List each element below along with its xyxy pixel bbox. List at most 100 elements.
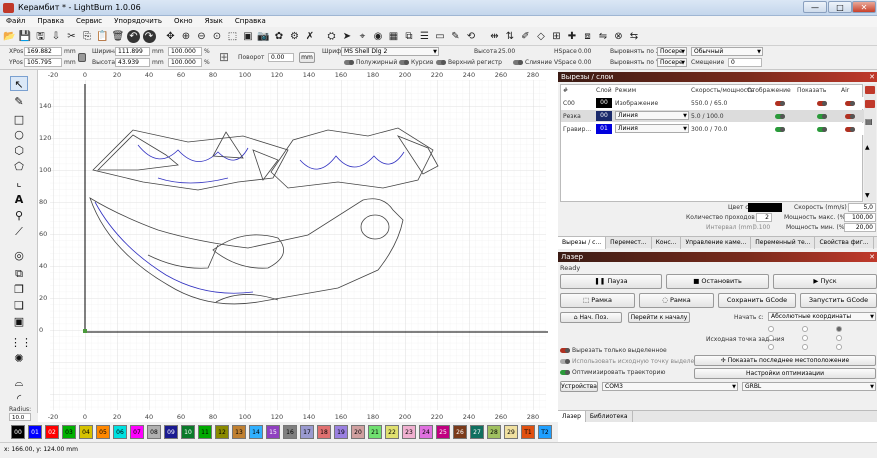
scale-w-field[interactable]: 100.000 [168, 47, 202, 56]
palette-color-18[interactable]: 18 [317, 425, 331, 439]
go-to-origin-button[interactable]: Перейти к началу [628, 312, 690, 323]
width-field[interactable]: 111.899 [115, 47, 150, 56]
move-up-icon[interactable] [865, 86, 875, 94]
cuts-row-mode[interactable]: Линия [615, 111, 689, 120]
cut-selected-toggle[interactable] [560, 348, 570, 353]
air-toggle[interactable] [845, 127, 855, 132]
delete-layer-icon[interactable]: ▤ [865, 118, 875, 126]
undo-icon[interactable]: ↶ [127, 30, 140, 43]
frame-icon[interactable]: ▣ [242, 30, 255, 43]
palette-color-22[interactable]: 22 [385, 425, 399, 439]
close-button[interactable]: ✕ [852, 1, 876, 13]
anchor-grid-icon[interactable]: ⊞ [216, 50, 232, 64]
palette-color-28[interactable]: 28 [487, 425, 501, 439]
line-tool-icon[interactable]: ⌞ [10, 175, 28, 190]
move-down-icon[interactable] [865, 100, 875, 108]
delete-icon[interactable]: 🗑 [112, 30, 125, 43]
font-select[interactable]: MS Shell Dlg 2 [341, 47, 439, 56]
cut-icon[interactable]: ✂ [65, 30, 78, 43]
run-gcode-button[interactable]: Запустить GCode [800, 293, 877, 308]
zoom-page-icon[interactable]: ⬚ [226, 30, 239, 43]
laser-panel-close-icon[interactable]: ✕ [869, 252, 875, 262]
flip-icon[interactable]: ⇋ [597, 30, 610, 43]
max-power-field[interactable]: 100,00 [844, 213, 876, 222]
position-tool-icon[interactable]: ⚲ [10, 208, 28, 223]
cuts-tab[interactable]: Конс... [652, 237, 682, 249]
palette-color-14[interactable]: 14 [249, 425, 263, 439]
font-height-value[interactable]: 25.00 [498, 48, 515, 55]
pause-button[interactable]: ❚❚ Пауза [560, 274, 662, 289]
target-icon[interactable]: ⌖ [356, 30, 369, 43]
open-icon[interactable]: 📂 [3, 30, 16, 43]
interval-value[interactable]: 0.100 [753, 224, 770, 231]
menu-item-2[interactable]: Сервис [70, 16, 108, 27]
align-icon[interactable]: ☰ [418, 30, 431, 43]
pen-tool-icon[interactable]: ⬠ [10, 159, 28, 174]
cuts-tab[interactable]: Переменный те... [751, 237, 816, 249]
palette-color-T1[interactable]: T1 [521, 425, 535, 439]
import-icon[interactable]: ⇩ [50, 30, 63, 43]
lock-icon[interactable]: ◉ [372, 30, 385, 43]
paper-icon[interactable]: ▭ [434, 30, 447, 43]
sort-icon[interactable]: ⇅ [504, 30, 517, 43]
air-toggle[interactable] [845, 114, 855, 119]
min-power-field[interactable]: 20,00 [844, 223, 876, 232]
optimization-settings-button[interactable]: Настройки оптимизации [694, 368, 876, 379]
trace-icon[interactable]: ✿ [273, 30, 286, 43]
zoom-fit-icon[interactable]: ⊙ [211, 30, 224, 43]
center-icon[interactable]: ⊞ [550, 30, 563, 43]
palette-color-04[interactable]: 04 [79, 425, 93, 439]
ellipse-tool-icon[interactable]: ○ [10, 127, 28, 142]
palette-color-25[interactable]: 25 [436, 425, 450, 439]
group-tool-icon[interactable]: ❐ [10, 282, 28, 297]
palette-color-16[interactable]: 16 [283, 425, 297, 439]
palette-color-T2[interactable]: T2 [538, 425, 552, 439]
copy-icon[interactable]: ⎘ [81, 30, 94, 43]
vspace-value[interactable]: 0.00 [578, 59, 591, 66]
brush-icon[interactable]: ✐ [519, 30, 532, 43]
settings-icon[interactable]: ⚙ [288, 30, 301, 43]
air-toggle[interactable] [845, 101, 855, 106]
palette-color-29[interactable]: 29 [504, 425, 518, 439]
show-last-position-button[interactable]: ✢ Показать последнее местоположение [694, 355, 876, 366]
zoom-in-icon[interactable]: ⊕ [180, 30, 193, 43]
array-tool-icon[interactable]: ⧉ [10, 266, 28, 281]
measure-tool-icon[interactable]: ⟋ [10, 224, 28, 239]
palette-color-01[interactable]: 01 [28, 425, 42, 439]
tab-tool-icon[interactable]: ⌓ [10, 375, 28, 390]
cuts-row[interactable]: C00 00 Изображение 550.0 / 65.0 [561, 97, 864, 109]
palette-color-27[interactable]: 27 [470, 425, 484, 439]
send-icon[interactable]: ➤ [341, 30, 354, 43]
palette-color-13[interactable]: 13 [232, 425, 246, 439]
offset-field[interactable]: 0 [728, 58, 762, 67]
select-tool-icon[interactable]: ↖ [10, 76, 28, 91]
cuts-row-mode[interactable]: Линия [615, 124, 689, 133]
devices-button[interactable]: Устройства [560, 381, 598, 392]
grid-icon[interactable]: ▦ [387, 30, 400, 43]
job-origin-radio[interactable] [768, 335, 774, 341]
cross-icon[interactable]: ✚ [566, 30, 579, 43]
zoom-out-icon[interactable]: ⊖ [195, 30, 208, 43]
paste-icon[interactable]: 📋 [96, 30, 109, 43]
menu-item-3[interactable]: Упорядочить [108, 16, 168, 27]
palette-color-05[interactable]: 05 [96, 425, 110, 439]
maximize-button[interactable]: □ [828, 1, 852, 13]
scroll-up-icon[interactable]: ▲ [865, 144, 875, 152]
palette-color-08[interactable]: 08 [147, 425, 161, 439]
show-toggle[interactable] [817, 127, 827, 132]
hspace-value[interactable]: 0.00 [578, 48, 591, 55]
cuts-tab[interactable]: Вырезы / с... [558, 237, 607, 249]
job-origin-radio[interactable] [768, 344, 774, 350]
port-select[interactable]: COM3 [602, 382, 738, 391]
frame-rect-button[interactable]: ⬚ Рамка [560, 293, 635, 308]
start-button[interactable]: ▶ Пуск [773, 274, 877, 289]
palette-color-21[interactable]: 21 [368, 425, 382, 439]
job-origin-radio[interactable] [836, 335, 842, 341]
machine-icon[interactable]: ⛭ [325, 30, 338, 43]
start-from-select[interactable]: Абсолютные координаты [768, 312, 876, 321]
upper-toggle[interactable] [436, 60, 446, 65]
job-origin-radio[interactable] [802, 344, 808, 350]
palette-color-10[interactable]: 10 [181, 425, 195, 439]
design-canvas[interactable]: -20 0 20 40 60 80 100 120 140 160 180 200 220 240 260 2… [38, 70, 558, 422]
rotate-field[interactable]: 0.00 [268, 53, 294, 62]
